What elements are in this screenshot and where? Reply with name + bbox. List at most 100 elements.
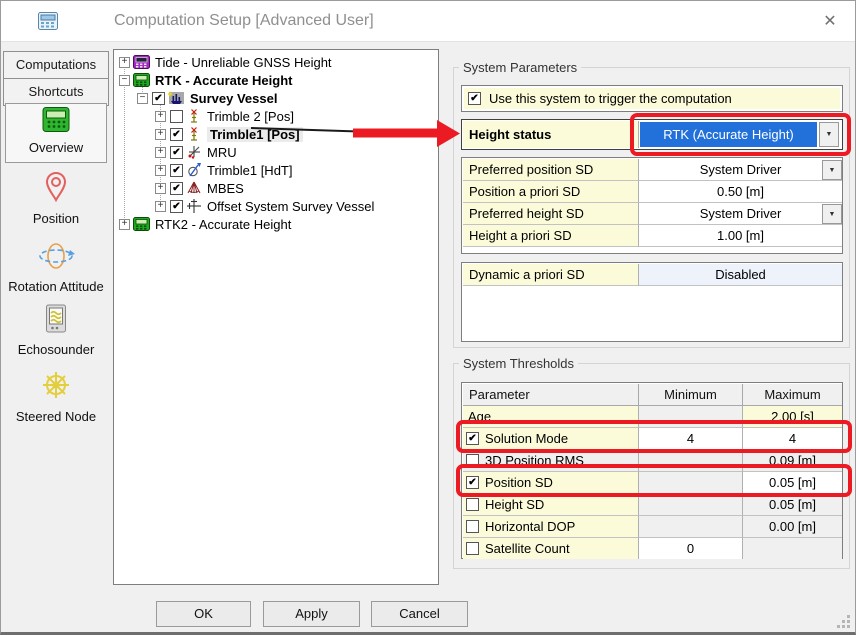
sidebar-item-echosounder[interactable]: Echosounder bbox=[3, 304, 109, 357]
tree-item-rtk2[interactable]: + RTK2 - Accurate Height bbox=[119, 215, 291, 233]
threshold-param-label: Satellite Count bbox=[485, 541, 570, 556]
thresholds-table: Parameter Minimum Maximum Age 2.00 [s] ✔… bbox=[461, 382, 843, 559]
collapse-icon[interactable]: − bbox=[137, 92, 148, 104]
expand-icon[interactable]: + bbox=[155, 200, 166, 212]
close-icon[interactable]: ✕ bbox=[819, 11, 841, 33]
expand-icon[interactable]: + bbox=[155, 164, 166, 176]
tree-checkbox[interactable] bbox=[170, 109, 183, 123]
tree-item-mru[interactable]: + ✔ MRU bbox=[155, 143, 237, 161]
tree-item-label: RTK - Accurate Height bbox=[155, 72, 293, 88]
expand-icon[interactable]: + bbox=[155, 182, 166, 194]
sd-row-label: Position a priori SD bbox=[463, 181, 639, 203]
dropdown-arrow-icon[interactable]: ▼ bbox=[822, 160, 842, 180]
tree-checkbox[interactable]: ✔ bbox=[170, 145, 183, 159]
sidebar-item-rotation-attitude[interactable]: Rotation Attitude bbox=[3, 241, 109, 294]
window-title: Computation Setup [Advanced User] bbox=[114, 12, 374, 29]
tree-item-label: RTK2 - Accurate Height bbox=[155, 216, 292, 232]
solution-mode-checkbox[interactable]: ✔ bbox=[466, 432, 479, 445]
shortcut-label: Rotation Attitude bbox=[8, 279, 104, 294]
tree-item-trimble1-hdt[interactable]: + ✔ Trimble1 [HdT] bbox=[155, 161, 292, 179]
threshold-min-solution-mode[interactable]: 4 bbox=[639, 428, 743, 450]
trigger-row-frame: ✔ Use this system to trigger the computa… bbox=[461, 85, 843, 112]
tree-checkbox[interactable]: ✔ bbox=[170, 181, 183, 195]
system-parameters-title: System Parameters bbox=[459, 60, 582, 75]
sidebar-item-position[interactable]: Position bbox=[3, 171, 109, 226]
tree-item-trimble1-pos[interactable]: + ✔ Trimble1 [Pos] bbox=[155, 125, 303, 143]
dropdown-arrow-icon[interactable]: ▼ bbox=[822, 204, 842, 224]
dynamic-sd-table: Dynamic a priori SD Disabled bbox=[461, 262, 843, 342]
threshold-max-age[interactable]: 2.00 [s] bbox=[743, 406, 842, 428]
column-header-parameter: Parameter bbox=[463, 384, 639, 406]
satellite-count-checkbox[interactable] bbox=[466, 542, 479, 555]
expand-icon[interactable]: + bbox=[155, 128, 166, 140]
preferred-position-sd-value[interactable]: System Driver bbox=[639, 159, 842, 181]
tree-item-rtk[interactable]: − RTK - Accurate Height bbox=[119, 71, 292, 89]
mru-sensor-icon bbox=[186, 144, 202, 160]
expand-icon[interactable]: + bbox=[119, 56, 130, 68]
column-header-maximum: Maximum bbox=[743, 384, 842, 406]
3d-position-rms-checkbox[interactable] bbox=[466, 454, 479, 467]
tree-item-label: Offset System Survey Vessel bbox=[207, 198, 375, 214]
expand-icon[interactable]: + bbox=[119, 218, 130, 230]
tree-checkbox[interactable]: ✔ bbox=[170, 163, 183, 177]
tree-checkbox[interactable]: ✔ bbox=[152, 91, 165, 105]
threshold-max-satellite-count bbox=[743, 538, 842, 559]
height-status-dropdown[interactable]: RTK (Accurate Height) bbox=[640, 122, 817, 147]
tree-checkbox[interactable]: ✔ bbox=[170, 199, 183, 213]
ok-button[interactable]: OK bbox=[156, 601, 251, 627]
echosounder-icon bbox=[43, 304, 69, 338]
tab-computations[interactable]: Computations bbox=[3, 51, 109, 79]
preferred-height-sd-value[interactable]: System Driver bbox=[639, 203, 842, 225]
position-sd-checkbox[interactable]: ✔ bbox=[466, 476, 479, 489]
expand-icon[interactable]: + bbox=[155, 110, 166, 122]
dynamic-sd-value: Disabled bbox=[639, 264, 842, 286]
threshold-max-height-sd: 0.05 [m] bbox=[743, 494, 842, 516]
trigger-checkbox[interactable]: ✔ bbox=[468, 92, 481, 105]
height-a-priori-sd-value[interactable]: 1.00 [m] bbox=[639, 225, 842, 247]
threshold-param-height-sd: Height SD bbox=[463, 494, 639, 516]
sidebar-item-steered-node[interactable]: Steered Node bbox=[3, 369, 109, 424]
height-sd-checkbox[interactable] bbox=[466, 498, 479, 511]
threshold-param-horizontal-dop: Horizontal DOP bbox=[463, 516, 639, 538]
threshold-param-satellite-count: Satellite Count bbox=[463, 538, 639, 559]
collapse-icon[interactable]: − bbox=[119, 74, 130, 86]
threshold-param-label: Height SD bbox=[485, 497, 545, 512]
threshold-min-satellite-count[interactable]: 0 bbox=[639, 538, 743, 559]
threshold-max-position-sd[interactable]: 0.05 [m] bbox=[743, 472, 842, 494]
sidebar-item-overview[interactable]: Overview bbox=[3, 107, 109, 155]
position-a-priori-sd-value[interactable]: 0.50 [m] bbox=[639, 181, 842, 203]
tree-item-label: Tide - Unreliable GNSS Height bbox=[155, 54, 332, 70]
height-status-row: Height status RTK (Accurate Height) ▼ bbox=[461, 119, 843, 150]
threshold-param-label: 3D Position RMS bbox=[485, 453, 584, 468]
tree-item-survey-vessel[interactable]: − ✔ Survey Vessel bbox=[137, 89, 277, 107]
shortcut-label: Steered Node bbox=[15, 409, 97, 424]
resize-grip[interactable] bbox=[836, 614, 850, 628]
threshold-param-label: Solution Mode bbox=[485, 431, 569, 446]
sd-row-label: Preferred position SD bbox=[463, 159, 639, 181]
survey-vessel-icon bbox=[168, 91, 185, 105]
height-status-label-cell: Height status bbox=[463, 121, 639, 148]
tree-item-label: MBES bbox=[207, 180, 244, 196]
threshold-min-horizontal-dop bbox=[639, 516, 743, 538]
app-calculator-icon bbox=[38, 12, 58, 35]
horizontal-dop-checkbox[interactable] bbox=[466, 520, 479, 533]
threshold-max-3d-position-rms: 0.09 [m] bbox=[743, 450, 842, 472]
tab-shortcuts[interactable]: Shortcuts bbox=[3, 78, 109, 106]
apply-button[interactable]: Apply bbox=[263, 601, 360, 627]
tree-item-tide[interactable]: + Tide - Unreliable GNSS Height bbox=[119, 53, 332, 71]
tree-checkbox[interactable]: ✔ bbox=[170, 127, 183, 141]
steered-node-wheel-icon bbox=[39, 372, 73, 405]
tree-item-mbes[interactable]: + ✔ MBES bbox=[155, 179, 244, 197]
cancel-button[interactable]: Cancel bbox=[371, 601, 468, 627]
expand-icon[interactable]: + bbox=[155, 146, 166, 158]
sd-table: Preferred position SD System Driver ▼ Po… bbox=[461, 157, 843, 254]
threshold-param-label: Position SD bbox=[485, 475, 553, 490]
tree-item-offset-system[interactable]: + ✔ Offset System Survey Vessel bbox=[155, 197, 374, 215]
tree-item-label-selected: Trimble1 [Pos] bbox=[207, 126, 303, 142]
tree-item-trimble2-pos[interactable]: + Trimble 2 [Pos] bbox=[155, 107, 294, 125]
height-status-dropdown-arrow-icon[interactable]: ▼ bbox=[819, 122, 839, 147]
threshold-min-age bbox=[639, 406, 743, 428]
threshold-min-height-sd bbox=[639, 494, 743, 516]
threshold-max-solution-mode[interactable]: 4 bbox=[743, 428, 842, 450]
sd-row-label: Preferred height SD bbox=[463, 203, 639, 225]
